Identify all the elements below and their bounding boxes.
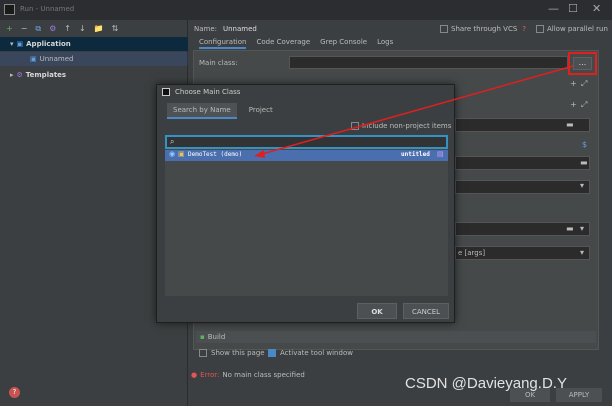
annotation-arrow: [254, 65, 574, 158]
watermark: CSDN @Davieyang.D.Y: [405, 375, 567, 392]
